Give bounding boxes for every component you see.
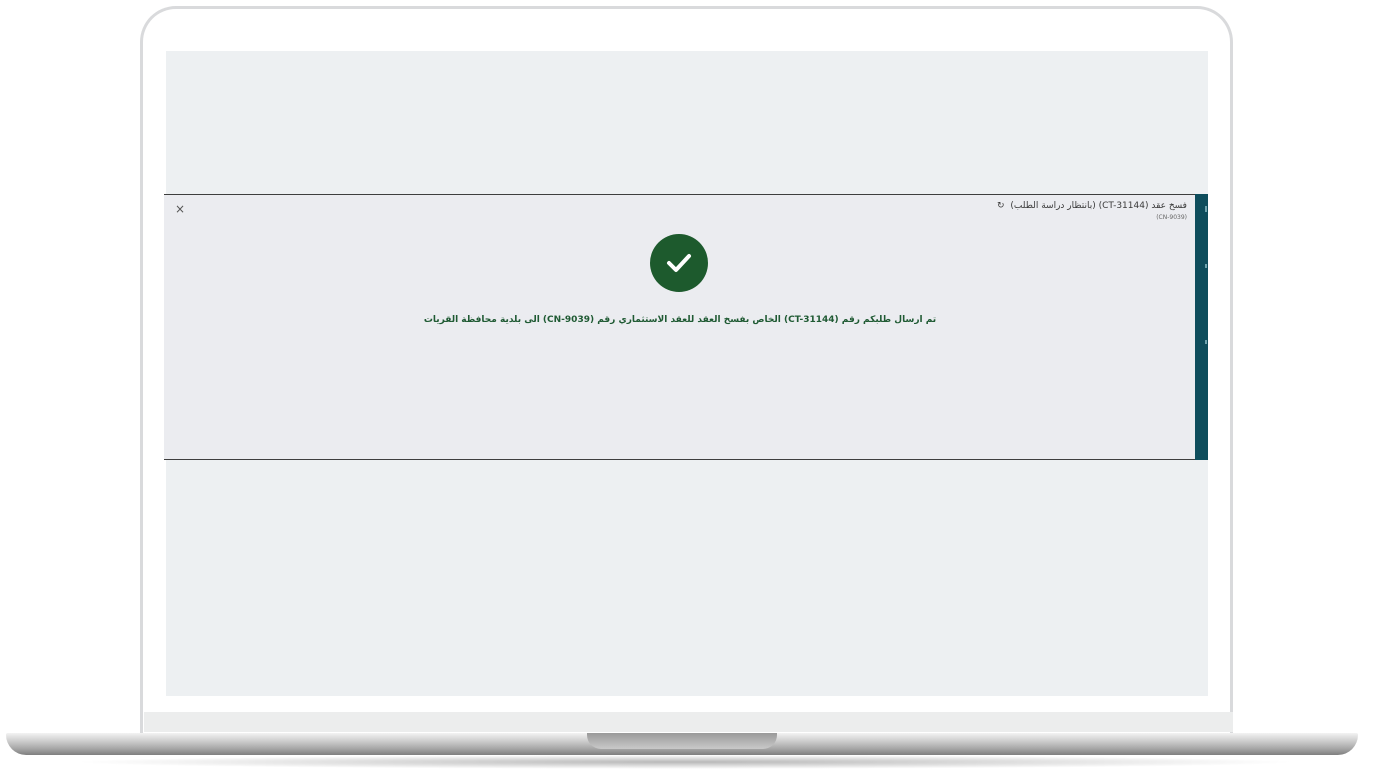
close-button[interactable]: × <box>174 202 186 216</box>
side-panel-mark <box>1205 264 1207 268</box>
contract-reference: (CN-9039) <box>1156 214 1187 221</box>
success-message: تم ارسال طلبكم رقم (CT-31144) الخاص بفسخ… <box>423 315 937 325</box>
side-panel-mark <box>1205 340 1207 344</box>
refresh-icon[interactable]: ↻ <box>997 199 1005 213</box>
laptop-chin <box>144 712 1233 732</box>
check-circle-icon <box>650 234 708 292</box>
laptop-notch <box>587 733 777 749</box>
checkmark-icon <box>667 254 691 272</box>
modal-title-text: فسخ عقد (CT-31144) (بانتظار دراسة الطلب) <box>1010 201 1187 211</box>
side-panel-edge <box>1195 194 1208 460</box>
modal-title: فسخ عقد (CT-31144) (بانتظار دراسة الطلب)… <box>975 199 1187 213</box>
laptop-shadow <box>70 755 1300 769</box>
side-panel-mark <box>1205 206 1207 212</box>
